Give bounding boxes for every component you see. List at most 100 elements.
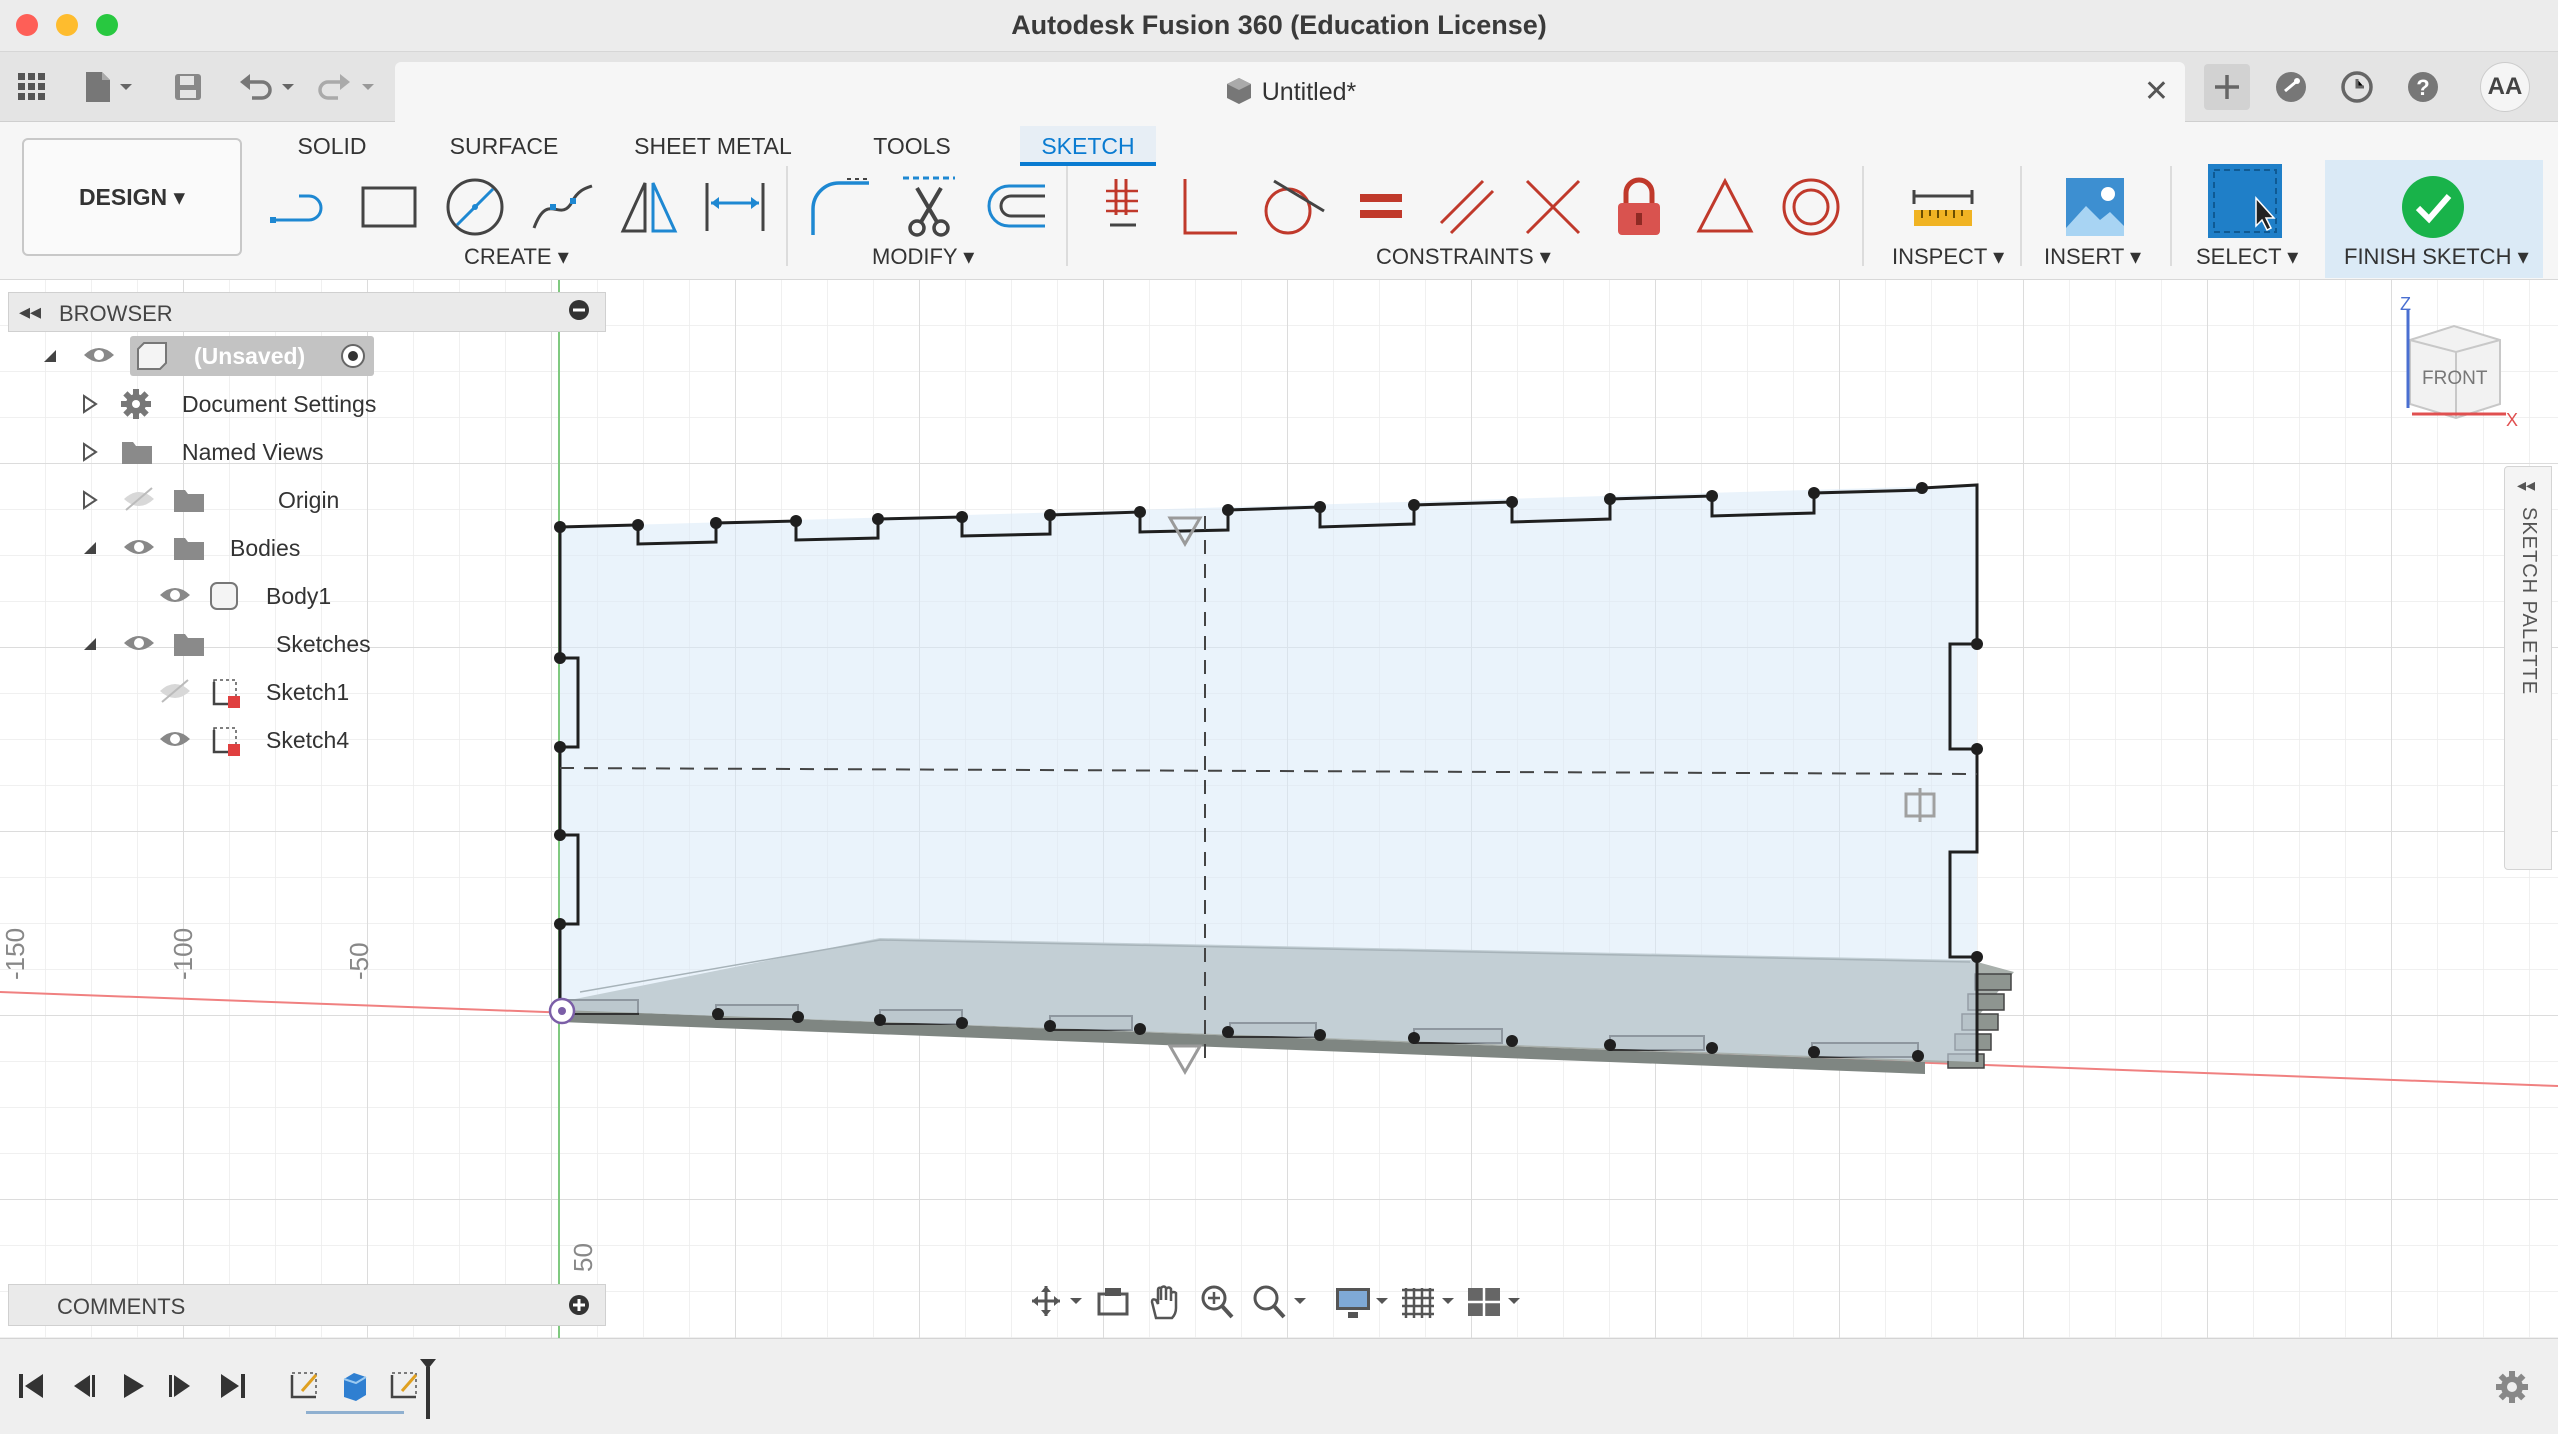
equal-constraint-icon[interactable]: [1346, 172, 1416, 242]
finish-sketch-button[interactable]: FINISH SKETCH ▾: [2344, 244, 2529, 270]
grid-settings-icon[interactable]: [1400, 1286, 1458, 1325]
dimension-tool-icon[interactable]: [700, 172, 770, 242]
visibility-eye-icon[interactable]: [122, 630, 156, 661]
tree-item-sketches[interactable]: Sketches: [8, 620, 606, 668]
collapse-triangle-icon[interactable]: [82, 540, 98, 561]
select-menu[interactable]: SELECT ▾: [2196, 244, 2298, 270]
expand-triangle-icon[interactable]: [82, 490, 98, 515]
tree-item-body1[interactable]: Body1: [8, 572, 606, 620]
timeline-previous-icon[interactable]: [68, 1371, 98, 1406]
tree-root-unsaved[interactable]: (Unsaved): [8, 332, 606, 380]
fit-zoom-icon[interactable]: [1252, 1284, 1308, 1325]
fillet-tool-icon[interactable]: [806, 172, 876, 242]
timeline-sketch-feature-icon[interactable]: [386, 1369, 422, 1408]
measure-ruler-icon[interactable]: [1908, 172, 1978, 242]
view-cube-front-label[interactable]: FRONT: [2422, 368, 2488, 389]
tree-item-sketch1[interactable]: Sketch1: [8, 668, 606, 716]
collapse-triangle-icon[interactable]: [42, 348, 58, 369]
origin-point-icon[interactable]: [548, 997, 576, 1025]
select-tool-icon[interactable]: [2206, 162, 2284, 240]
new-tab-plus-icon[interactable]: [2204, 64, 2250, 110]
timeline-settings-gear-icon[interactable]: [2494, 1369, 2530, 1410]
spline-tool-icon[interactable]: [527, 172, 597, 242]
file-menu-icon[interactable]: [80, 66, 140, 108]
tree-item-origin[interactable]: Origin: [8, 476, 606, 524]
perpendicular-constraint-icon[interactable]: [1172, 172, 1242, 242]
browser-header[interactable]: ◂◂ BROWSER: [8, 292, 606, 332]
collapse-triangle-icon[interactable]: [82, 636, 98, 657]
visibility-eye-icon[interactable]: [122, 534, 156, 565]
redo-icon[interactable]: [316, 66, 382, 108]
timeline-first-icon[interactable]: [16, 1371, 46, 1406]
tab-tools[interactable]: TOOLS: [862, 126, 962, 166]
collapse-browser-icon[interactable]: ◂◂: [19, 299, 41, 325]
finish-sketch-check-icon[interactable]: [2398, 172, 2468, 242]
visibility-eye-icon[interactable]: [158, 582, 192, 613]
help-icon[interactable]: ?: [2400, 64, 2446, 110]
extensions-icon[interactable]: [2268, 64, 2314, 110]
create-menu[interactable]: CREATE ▾: [464, 244, 569, 270]
save-icon[interactable]: [168, 66, 208, 108]
orbit-icon[interactable]: [1030, 1284, 1084, 1325]
timeline-extrude-feature-icon[interactable]: [336, 1369, 372, 1408]
timeline-last-icon[interactable]: [218, 1371, 248, 1406]
tab-surface[interactable]: SURFACE: [442, 126, 566, 166]
visibility-eye-icon[interactable]: [158, 726, 192, 757]
hidden-eye-icon[interactable]: [122, 486, 156, 517]
expand-triangle-icon[interactable]: [82, 394, 98, 419]
pan-hand-icon[interactable]: [1148, 1284, 1182, 1325]
concentric-constraint-icon[interactable]: [1776, 172, 1846, 242]
collinear-constraint-icon[interactable]: [1518, 172, 1588, 242]
comments-panel[interactable]: COMMENTS: [8, 1284, 606, 1326]
expand-palette-icon[interactable]: ◂◂: [2517, 475, 2535, 496]
tab-sheet-metal[interactable]: SHEET METAL: [628, 126, 798, 166]
tab-sketch[interactable]: SKETCH: [1020, 126, 1156, 166]
modify-menu[interactable]: MODIFY ▾: [872, 244, 974, 270]
close-tab-icon[interactable]: ✕: [2144, 74, 2169, 109]
design-workspace-button[interactable]: DESIGN ▾: [22, 138, 242, 256]
expand-triangle-icon[interactable]: [82, 442, 98, 467]
fix-lock-icon[interactable]: [1604, 172, 1674, 242]
add-comment-icon[interactable]: [567, 1293, 591, 1323]
undo-icon[interactable]: [236, 66, 302, 108]
comments-title: COMMENTS: [57, 1294, 186, 1319]
visibility-eye-icon[interactable]: [82, 342, 116, 373]
rectangle-tool-icon[interactable]: [354, 172, 424, 242]
timeline-sketch-feature-icon[interactable]: [286, 1369, 322, 1408]
tree-item-document-settings[interactable]: Document Settings: [8, 380, 606, 428]
document-tab[interactable]: Untitled* ✕: [395, 62, 2185, 122]
activate-radio-icon[interactable]: [340, 343, 366, 374]
insert-image-icon[interactable]: [2060, 172, 2130, 242]
timeline-next-icon[interactable]: [166, 1371, 196, 1406]
tree-item-bodies[interactable]: Bodies: [8, 524, 606, 572]
data-panel-grid-icon[interactable]: [14, 66, 50, 108]
mirror-tool-icon[interactable]: [614, 172, 684, 242]
zoom-icon[interactable]: [1200, 1284, 1234, 1325]
circle-tool-icon[interactable]: [440, 172, 510, 242]
timeline-play-icon[interactable]: [118, 1371, 148, 1406]
line-tool-icon[interactable]: [268, 172, 338, 242]
timeline-marker[interactable]: [418, 1357, 438, 1426]
user-avatar[interactable]: AA: [2480, 62, 2530, 112]
look-at-icon[interactable]: [1096, 1286, 1130, 1323]
symmetry-constraint-icon[interactable]: [1690, 172, 1760, 242]
quick-access-bar: Untitled* ✕ ? AA: [0, 52, 2558, 122]
tangent-constraint-icon[interactable]: [1258, 172, 1328, 242]
tree-item-sketch4[interactable]: Sketch4: [8, 716, 606, 764]
sketch4-profile[interactable]: [554, 482, 1983, 1076]
browser-minimize-icon[interactable]: [567, 298, 591, 328]
inspect-menu[interactable]: INSPECT ▾: [1892, 244, 2004, 270]
hidden-eye-icon[interactable]: [158, 678, 192, 709]
display-settings-icon[interactable]: [1334, 1286, 1392, 1325]
viewports-icon[interactable]: [1466, 1286, 1524, 1325]
tab-solid[interactable]: SOLID: [280, 126, 384, 166]
offset-tool-icon[interactable]: [980, 172, 1050, 242]
sketch-palette-panel[interactable]: ◂◂ SKETCH PALETTE: [2504, 466, 2552, 870]
coincident-constraint-icon[interactable]: [1088, 172, 1158, 242]
trim-scissors-icon[interactable]: [894, 172, 964, 242]
insert-menu[interactable]: INSERT ▾: [2044, 244, 2141, 270]
job-status-clock-icon[interactable]: [2334, 64, 2380, 110]
tree-item-named-views[interactable]: Named Views: [8, 428, 606, 476]
constraints-menu[interactable]: CONSTRAINTS ▾: [1376, 244, 1551, 270]
parallel-constraint-icon[interactable]: [1432, 172, 1502, 242]
